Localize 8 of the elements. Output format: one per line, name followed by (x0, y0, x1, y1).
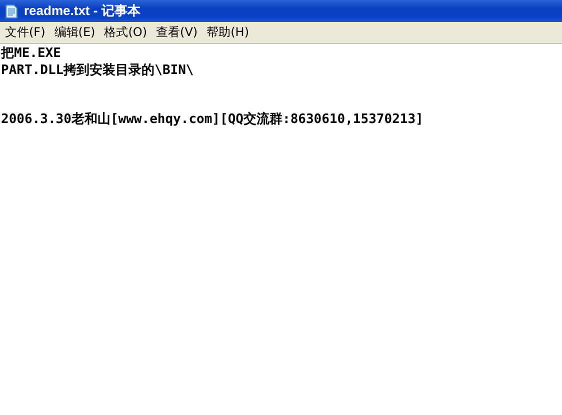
menu-item[interactable]: 帮助(H) (204, 24, 255, 41)
menu-item[interactable]: 文件(F) (2, 24, 52, 41)
menu-item[interactable]: 编辑(E) (51, 24, 102, 41)
menu-item[interactable]: 查看(V) (153, 24, 204, 41)
notepad-icon (3, 3, 19, 19)
window-title: readme.txt - 记事本 (24, 2, 140, 20)
menu-item[interactable]: 格式(O) (101, 24, 154, 41)
document-text: 把ME.EXE PART.DLL拷到安装目录的\BIN\ 2006.3.30老和山[www.ehqy.com][QQ交流群:8630610,15370213] (1, 46, 424, 128)
